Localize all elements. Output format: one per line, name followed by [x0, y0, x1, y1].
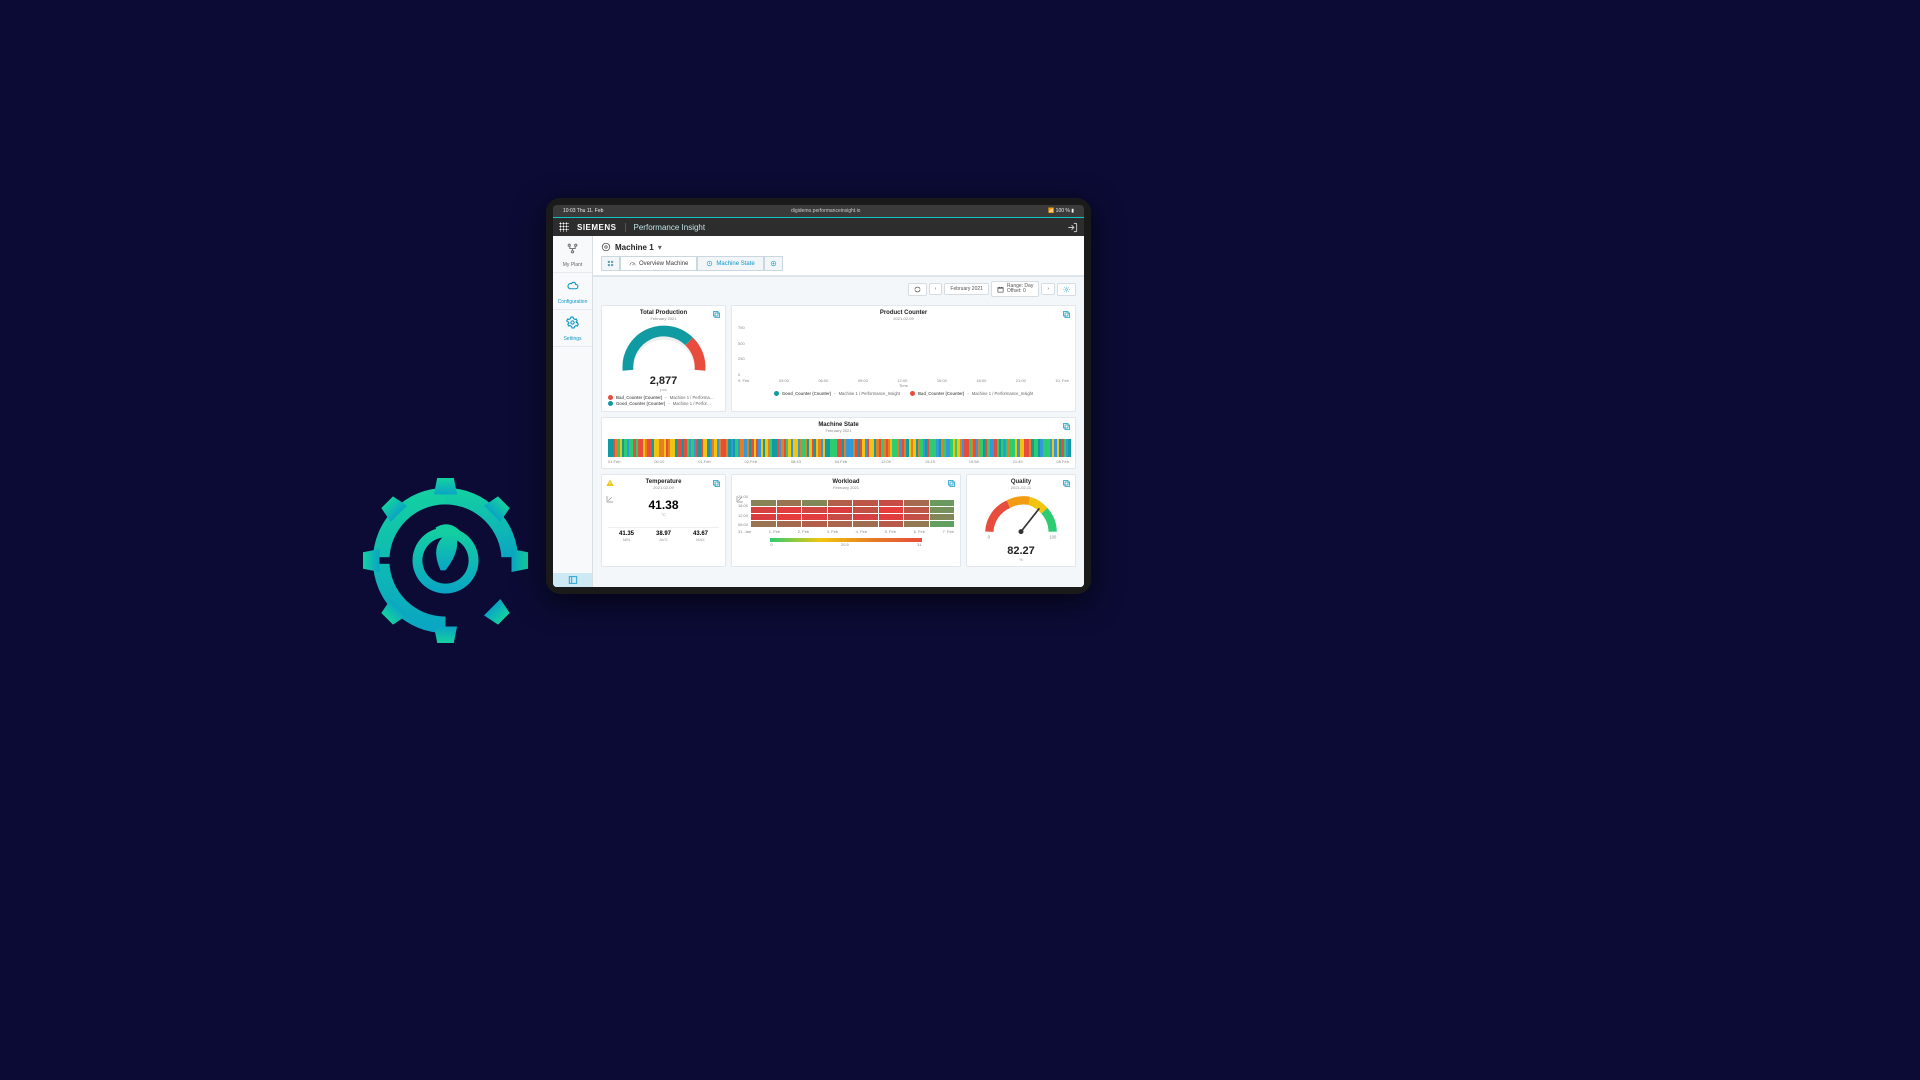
card-temperature: Temperature 2021-02-09 41.38 °C 41.35MIN… [601, 474, 726, 567]
product-counter-bars [747, 329, 1069, 377]
breadcrumb-caret-icon[interactable]: ▾ [658, 243, 662, 252]
counter-legend: Good_Counter (Counter) - Machine 1 / Per… [738, 391, 1069, 397]
quality-gauge: 0 100 [973, 490, 1069, 540]
card-subtitle: February 2021 [608, 316, 719, 321]
breadcrumb-label[interactable]: Machine 1 [615, 243, 654, 252]
dashboard-settings-button[interactable] [1057, 283, 1076, 296]
svg-text:0: 0 [988, 534, 991, 539]
logout-icon[interactable] [1067, 222, 1078, 233]
bars-x-label: Time [738, 383, 1069, 388]
statusbar-url: digidemo.performanceinsight.io [603, 208, 1048, 214]
brand-logo: SIEMENS [577, 223, 617, 232]
quality-value: 82.27 [973, 545, 1069, 557]
time-range-toolbar: ‹ February 2021 Range: Day Offset: 0 › [593, 277, 1084, 301]
export-icon[interactable] [1062, 479, 1071, 488]
production-unit: pcs [660, 387, 666, 392]
warning-icon [606, 479, 614, 487]
temperature-unit: °C [608, 512, 719, 517]
range-picker[interactable]: Range: Day Offset: 0 [991, 281, 1039, 297]
prev-period-button[interactable]: ‹ [929, 283, 943, 295]
app-header: SIEMENS Performance Insight [553, 217, 1084, 236]
sidebar-label-configuration: Configuration [553, 299, 592, 305]
refresh-button[interactable] [908, 283, 927, 296]
app-title: Performance Insight [625, 223, 706, 232]
tab-machine-state[interactable]: Machine State [697, 256, 763, 271]
sidebar-item-settings[interactable]: Settings [553, 310, 592, 347]
performance-insight-app-icon [363, 478, 528, 643]
tab-bar: Overview Machine Machine State [593, 256, 1084, 277]
export-icon[interactable] [1062, 310, 1071, 319]
collapse-axis-icon[interactable] [736, 495, 744, 503]
card-total-production: Total Production February 2021 2,877 pcs… [601, 305, 726, 412]
card-quality: Quality 2021-02-11 0 100 82.27 % [966, 474, 1076, 567]
card-subtitle: February 2021 [738, 485, 954, 490]
machine-state-strip [608, 439, 1069, 457]
app-switcher-icon[interactable] [559, 222, 569, 232]
sidebar-item-my-plant[interactable]: My Plant [553, 236, 592, 273]
tab-add[interactable] [764, 256, 783, 271]
export-icon[interactable] [947, 479, 956, 488]
card-subtitle: 2021-02-09 [608, 485, 719, 490]
ios-status-bar: 10:03 Thu 11. Feb digidemo.performancein… [553, 205, 1084, 217]
dashboard-grid: Total Production February 2021 2,877 pcs… [593, 301, 1084, 587]
breadcrumb-row: Machine 1 ▾ [593, 236, 1084, 256]
tab-grid[interactable] [601, 256, 620, 271]
main-content: Machine 1 ▾ Overview Machine Machine Sta… [593, 236, 1084, 587]
quality-unit: % [973, 557, 1069, 562]
card-subtitle: February 2021 [608, 428, 1069, 433]
next-period-button[interactable]: › [1041, 283, 1055, 295]
sidebar-collapse-button[interactable] [553, 573, 592, 587]
temperature-stats: 41.35MIN 38.97AVG 43.67MAX [608, 527, 719, 542]
tab-overview-machine[interactable]: Overview Machine [620, 256, 697, 271]
period-label[interactable]: February 2021 [944, 283, 989, 295]
production-gauge [619, 325, 709, 375]
production-legend: Bad_Counter (Counter) - Machine 1 / Perf… [608, 395, 719, 406]
tab-overview-label: Overview Machine [639, 261, 688, 267]
sidebar-item-configuration[interactable]: Configuration [553, 273, 592, 310]
card-workload: Workload February 2021 24:0018:0012:0006… [731, 474, 961, 567]
tab-machine-state-label: Machine State [716, 261, 754, 267]
card-product-counter: Product Counter 2021-02-09 7505002500 9.… [731, 305, 1076, 412]
export-icon[interactable] [712, 479, 721, 488]
bars-y-axis: 7505002500 [738, 321, 747, 377]
export-icon[interactable] [712, 310, 721, 319]
sidebar-label-my-plant: My Plant [553, 262, 592, 268]
workload-heatmap [751, 500, 954, 527]
statusbar-time: 10:03 Thu 11. Feb [563, 208, 603, 214]
temperature-value: 41.38 [608, 498, 719, 512]
tablet-frame: 10:03 Thu 11. Feb digidemo.performancein… [546, 198, 1091, 594]
export-icon[interactable] [1062, 422, 1071, 431]
strip-x-axis: 01.Feb00:1001.Feb02.Feb08:4304.Feb12:001… [608, 459, 1069, 464]
production-value: 2,877 [650, 375, 678, 387]
heat-x-axis: 31. Jan1. Feb2. Feb3. Feb4. Feb5. Feb6. … [738, 529, 954, 534]
sidebar-label-settings: Settings [553, 336, 592, 342]
collapse-axis-icon[interactable] [606, 495, 614, 503]
heat-scale: 020.531 [770, 542, 921, 547]
statusbar-battery: 📶 100 % ▮ [1048, 208, 1074, 214]
card-machine-state: Machine State February 2021 01.Feb00:100… [601, 417, 1076, 469]
svg-text:100: 100 [1049, 534, 1057, 539]
sidebar: My Plant Configuration Settings [553, 236, 593, 587]
tablet-screen: 10:03 Thu 11. Feb digidemo.performancein… [553, 205, 1084, 587]
asset-icon [601, 242, 611, 252]
